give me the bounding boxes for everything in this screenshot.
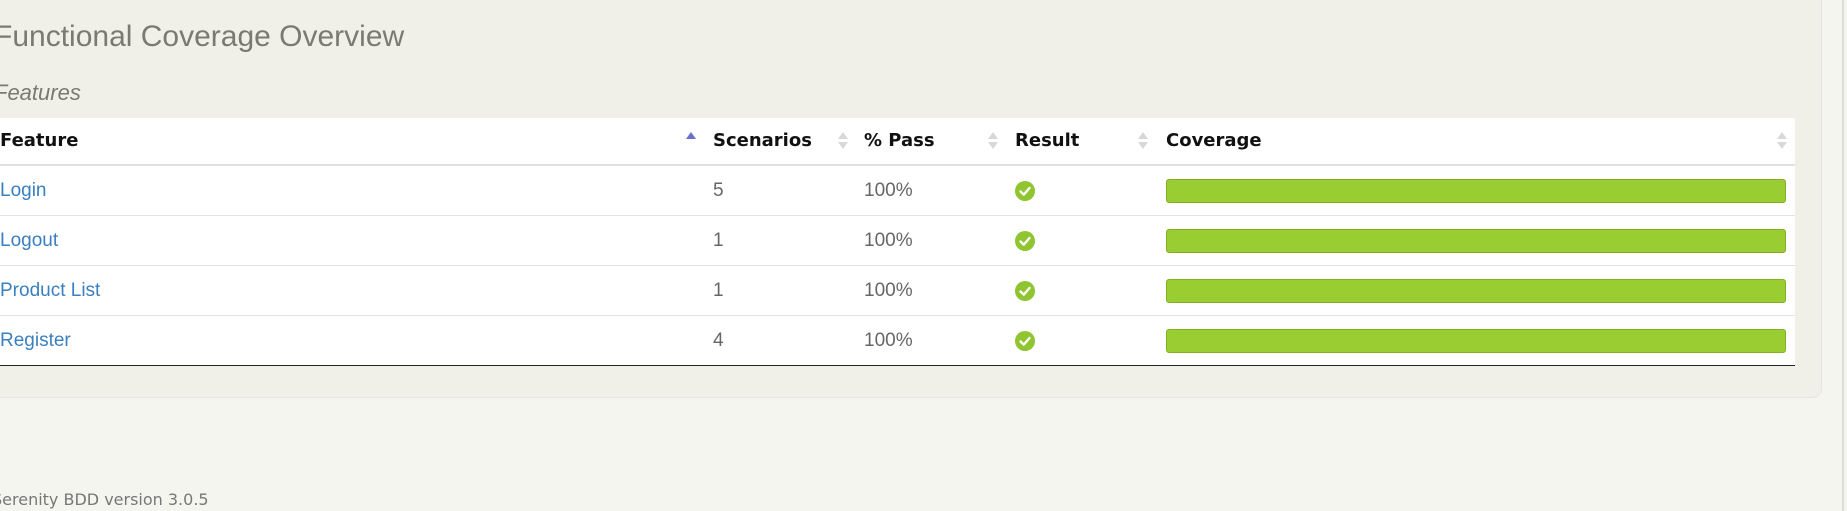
coverage-bar: [1166, 279, 1786, 303]
pass-percentage: 100%: [864, 180, 913, 201]
table-row: Logout 1 100%: [0, 216, 1795, 266]
sort-ascending-icon[interactable]: [686, 132, 696, 150]
table-row: Product List 1 100%: [0, 266, 1795, 316]
coverage-bar-track: [1166, 179, 1786, 203]
table-row: Login 5 100%: [0, 166, 1795, 216]
pass-percentage: 100%: [864, 230, 913, 251]
header-result-label: Result: [1015, 130, 1080, 151]
pass-percentage: 100%: [864, 330, 913, 351]
table-row: Register 4 100%: [0, 316, 1795, 365]
coverage-bar: [1166, 229, 1786, 253]
success-icon: [1015, 281, 1035, 301]
pass-percentage: 100%: [864, 280, 913, 301]
coverage-bar-track: [1166, 229, 1786, 253]
page-title: Functional Coverage Overview: [0, 20, 405, 53]
header-pass-label: % Pass: [864, 130, 935, 151]
sort-icon[interactable]: [838, 132, 848, 150]
coverage-bar: [1166, 179, 1786, 203]
sort-icon[interactable]: [1777, 132, 1787, 150]
sort-icon[interactable]: [1138, 132, 1148, 150]
header-coverage[interactable]: Coverage: [1166, 118, 1791, 164]
header-scenarios-label: Scenarios: [713, 130, 812, 151]
coverage-bar-track: [1166, 329, 1786, 353]
header-pass[interactable]: % Pass: [864, 118, 1004, 164]
features-table: Feature Scenarios % Pass Result Coverage…: [0, 118, 1795, 366]
header-coverage-label: Coverage: [1166, 130, 1262, 151]
coverage-bar-track: [1166, 279, 1786, 303]
success-icon: [1015, 231, 1035, 251]
feature-link[interactable]: Register: [0, 316, 71, 365]
scenario-count: 1: [713, 230, 724, 251]
success-icon: [1015, 331, 1035, 351]
success-icon: [1015, 181, 1035, 201]
scenario-count: 4: [713, 330, 724, 351]
feature-link[interactable]: Login: [0, 166, 47, 215]
section-subtitle: Features: [0, 80, 81, 105]
scenario-count: 5: [713, 180, 724, 201]
header-result[interactable]: Result: [1015, 118, 1155, 164]
header-scenarios[interactable]: Scenarios: [713, 118, 853, 164]
scenario-count: 1: [713, 280, 724, 301]
table-header-row: Feature Scenarios % Pass Result Coverage: [0, 118, 1795, 166]
header-feature[interactable]: Feature: [0, 118, 700, 164]
header-feature-label: Feature: [0, 130, 79, 151]
feature-link[interactable]: Product List: [0, 266, 100, 315]
version-footer: Serenity BDD version 3.0.5: [0, 490, 209, 509]
sort-icon[interactable]: [988, 132, 998, 150]
scrollbar[interactable]: [1842, 0, 1844, 511]
coverage-bar: [1166, 329, 1786, 353]
feature-link[interactable]: Logout: [0, 216, 58, 265]
